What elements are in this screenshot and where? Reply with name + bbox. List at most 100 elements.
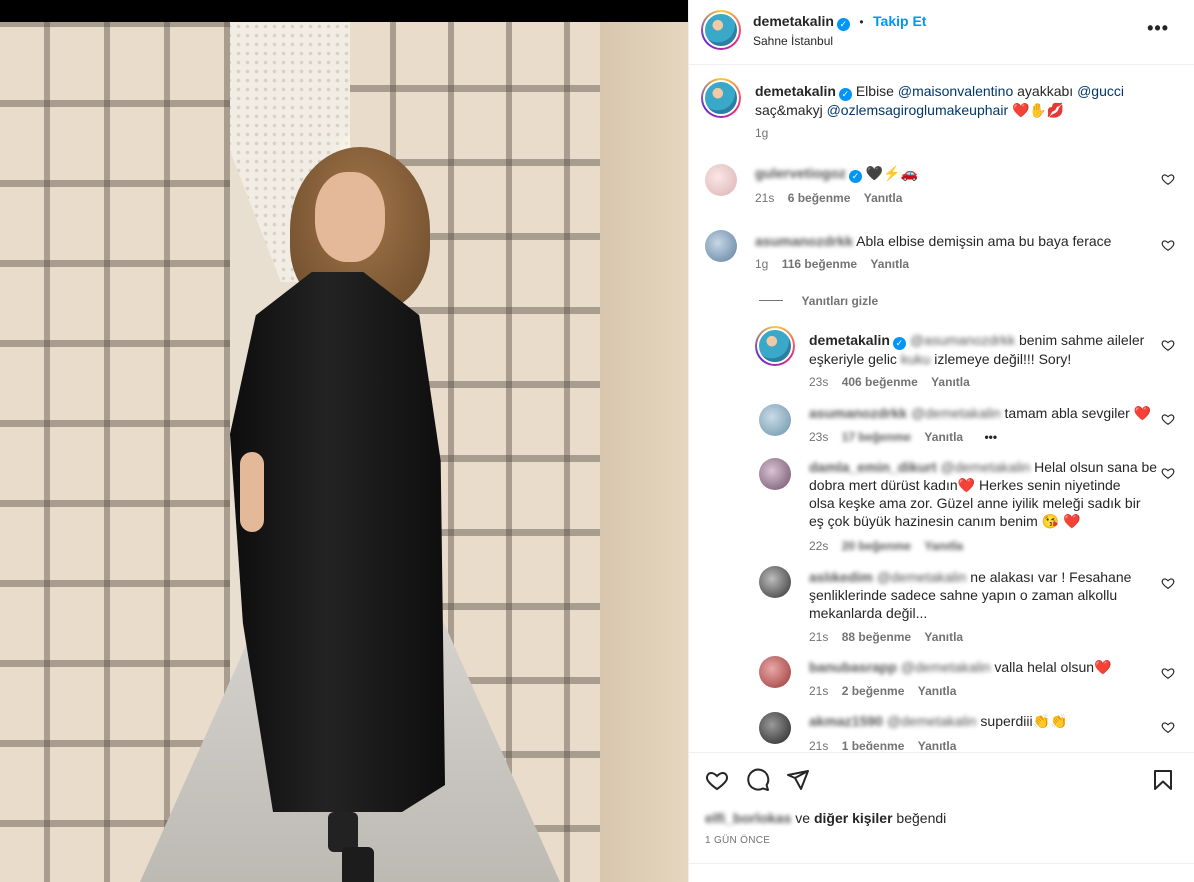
reply-text: superdiii👏👏 [976,713,1068,729]
separator-dot: • [859,15,864,29]
reply-time: 21s [809,739,829,750]
comment-item: asumanozdrkk Abla elbise demişsin ama bu… [689,226,1194,276]
reply-text: mekanlarda değil... [809,605,928,621]
reply-text: ne alakası var ! Fesahane [966,569,1132,585]
comment-text: 🖤⚡🚗 [865,165,919,181]
commenter-avatar[interactable] [705,230,737,262]
like-reply-heart-icon[interactable] [1161,466,1175,480]
reply-username[interactable]: damla_emin_dikurt [809,459,937,475]
commenter-username[interactable]: asumanozdrkk [755,233,853,249]
reply-username[interactable]: aslıkedim [809,569,873,585]
comment-likes[interactable]: 6 beğenme [788,191,851,205]
heart-icon[interactable] [705,768,729,792]
reply-avatar[interactable] [759,458,791,490]
like-comment-heart-icon[interactable] [1161,238,1175,252]
location-link[interactable]: Sahne İstanbul [753,34,833,48]
mention-link[interactable]: @demetakalin [887,713,977,729]
mention-link[interactable]: @gucci [1077,83,1124,99]
reply-button[interactable]: Yanıtla [931,375,970,389]
reply-button[interactable]: Yanıtla [864,191,903,205]
like-reply-heart-icon[interactable] [1161,576,1175,590]
reply-likes[interactable]: 2 beğenme [842,684,905,698]
mention-link[interactable]: @demetakalin [877,569,967,585]
reply-username[interactable]: demetakalin [809,332,890,348]
reply-button[interactable]: Yanıtla [870,257,909,271]
reply-item: asumanozdrkk @demetakalin tamam abla sev… [753,400,1194,450]
like-reply-heart-icon[interactable] [1161,666,1175,680]
photo-figure-face [315,172,385,262]
author-username[interactable]: demetakalin [753,13,834,29]
reply-likes[interactable]: 17 beğenme [842,430,911,444]
reply-likes[interactable]: 1 beğenme [842,739,905,750]
bookmark-icon[interactable] [1151,768,1175,792]
mention-link[interactable]: @demetakalin [911,405,1001,421]
reply-avatar[interactable] [755,326,795,366]
commenter-username[interactable]: gulervetiogoz [755,165,846,181]
reply-text: valla helal olsun❤️ [990,659,1112,675]
reply-text: dobra mert dürüst kadın❤️ Herkes senin n… [809,477,1121,493]
reply-username[interactable]: asumanozdrkk [809,405,907,421]
likes-connector: ve [791,810,814,826]
post-side-panel: demetakalin ✓ • Takip Et Sahne İstanbul •… [688,0,1194,882]
like-reply-heart-icon[interactable] [1161,338,1175,352]
reply-avatar[interactable] [759,712,791,744]
reply-likes[interactable]: 406 beğenme [842,375,918,389]
liker-username[interactable]: elfi_borlokas [705,810,791,826]
mention-link[interactable]: @demetakalin [941,459,1031,475]
post-actions-bar: elfi_borlokas ve diğer kişiler beğendi 1… [689,752,1194,864]
caption-username[interactable]: demetakalin [755,83,836,99]
caption-avatar[interactable] [701,78,741,118]
mention-link[interactable]: @asumanozdrkk [910,332,1015,348]
reply-button[interactable]: Yanıtla [918,739,957,750]
like-comment-heart-icon[interactable] [1161,172,1175,186]
caption-emoji: ❤️✋💋 [1012,102,1065,118]
reply-button[interactable]: Yanıtla [924,539,963,553]
likes-summary[interactable]: elfi_borlokas ve diğer kişiler beğendi [705,809,946,827]
reply-text: olsa keşke ama zor. Güzel anne iyilik me… [809,495,1141,511]
reply-username[interactable]: banubasrapp [809,659,897,675]
reply-likes[interactable]: 20 beğenme [842,539,911,553]
author-avatar[interactable] [701,10,741,50]
likes-others-link[interactable]: diğer kişiler [814,810,893,826]
verified-badge-icon: ✓ [836,18,850,31]
more-options-icon[interactable]: ••• [1147,18,1169,39]
reply-text: tamam abla sevgiler ❤️ [1000,405,1152,421]
reply-time: 21s [809,684,829,698]
hide-replies-label: Yanıtları gizle [801,294,879,308]
reply-username[interactable]: akmaz1590 [809,713,883,729]
reply-item: banubasrapp @demetakalin valla helal ols… [753,656,1194,706]
photo-figure-dress [230,272,445,812]
reply-text: benim sahme aileler [1015,332,1145,348]
instagram-post-view: demetakalin ✓ • Takip Et Sahne İstanbul •… [0,0,1194,882]
reply-time: 23s [809,430,829,444]
like-reply-heart-icon[interactable] [1161,720,1175,734]
like-reply-heart-icon[interactable] [1161,412,1175,426]
comment-icon[interactable] [746,768,770,792]
share-icon[interactable] [786,768,810,792]
comment-time: 21s [755,191,775,205]
follow-button[interactable]: Takip Et [873,13,926,29]
divider-line [759,300,783,301]
reply-text: eş çok büyük hazinesin canım benim 😘 ❤️ [809,513,1081,529]
post-date: 1 GÜN ÖNCE [705,835,771,846]
reply-avatar[interactable] [759,566,791,598]
mention-link[interactable]: @ozlemsagiroglumakeuphair [827,102,1009,118]
reply-likes[interactable]: 88 beğenme [842,630,911,644]
reply-avatar[interactable] [759,656,791,688]
hide-replies-toggle[interactable]: Yanıtları gizle [759,292,878,310]
reply-avatar[interactable] [759,404,791,436]
comment-likes[interactable]: 116 beğenme [782,257,857,271]
commenter-avatar[interactable] [705,164,737,196]
verified-badge-icon: ✓ [892,337,906,350]
reply-button[interactable]: Yanıtla [924,430,963,444]
post-media[interactable] [0,0,688,882]
mention-link[interactable]: @demetakalin [901,659,991,675]
comment-box-divider [689,863,1194,864]
reply-time: 23s [809,375,829,389]
reply-button[interactable]: Yanıtla [924,630,963,644]
reply-item: damla_emin_dikurt @demetakalin Helal ols… [753,456,1194,556]
reply-button[interactable]: Yanıtla [918,684,957,698]
reply-item: akmaz1590 @demetakalin superdiii👏👏 21s 1… [753,710,1194,750]
mention-link[interactable]: @maisonvalentino [898,83,1013,99]
comment-options-icon[interactable]: ••• [984,430,997,444]
